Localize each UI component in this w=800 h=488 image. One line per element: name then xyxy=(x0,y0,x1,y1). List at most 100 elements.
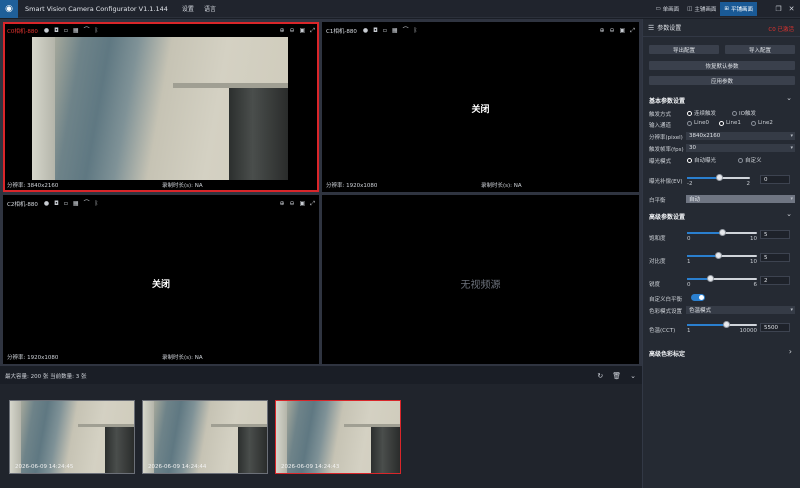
panel-title: 参数设置 xyxy=(657,25,682,32)
chevron-down-icon[interactable]: ⌄ xyxy=(786,210,792,218)
record-icon[interactable]: ● xyxy=(44,26,49,36)
snapshot-history-list: 2026-06-09 14:24:45 2026-06-09 14:24:44 … xyxy=(0,384,642,488)
export-config-button[interactable]: 导出配置 xyxy=(649,45,719,54)
snapshot-thumbnail-selected[interactable]: 2026-06-09 14:24:43 xyxy=(275,400,401,474)
record-duration-label: 录制时长(s): NA xyxy=(162,183,203,189)
saturation-value-input[interactable]: 5 xyxy=(760,230,790,239)
trigger-io-radio[interactable]: IO触发 xyxy=(732,109,756,117)
video-cell-c1[interactable]: C1相机-880 ● ◘ ▫ ▦ ⌒ ᛒ ⊕ ⊖ ▣ ⤢ 关闭 分辨率: 192… xyxy=(322,22,639,192)
fps-select[interactable]: 30 ▾ xyxy=(686,144,795,152)
zoom-in-icon[interactable]: ⊕ xyxy=(279,26,284,36)
record-duration-label: 录制时长(s): NA xyxy=(481,183,522,189)
refresh-icon[interactable]: ↻ xyxy=(597,372,603,380)
video-icon[interactable]: ▫ xyxy=(383,26,387,36)
sharpness-value-input[interactable]: 2 xyxy=(760,276,790,285)
color-calibration-title: 高级色彩标定 xyxy=(649,351,686,358)
grid-icon[interactable]: ▦ xyxy=(73,26,79,36)
snapshot-thumbnail[interactable]: 2026-06-09 14:24:45 xyxy=(9,400,135,474)
no-video-source-label: 无视频源 xyxy=(460,280,501,291)
chevron-down-icon[interactable]: ⌄ xyxy=(630,372,636,380)
custom-wb-row: 自定义白平衡 xyxy=(649,294,795,303)
video-icon[interactable]: ▫ xyxy=(64,199,68,209)
video-cell-empty[interactable]: 无视频源 xyxy=(322,195,639,364)
fullscreen-icon[interactable]: ⤢ xyxy=(310,26,315,36)
import-config-button[interactable]: 导入配置 xyxy=(725,45,795,54)
sharpness-label: 锐度 xyxy=(649,282,661,288)
color-mode-row: 色彩模式设置 色温模式 ▾ xyxy=(649,306,795,315)
zoom-out-icon[interactable]: ⊖ xyxy=(609,26,614,36)
resolution-label: 分辨率: 1920x1080 xyxy=(7,355,59,361)
signal-icon[interactable]: ⌒ xyxy=(403,26,409,36)
cct-label: 色温(CCT) xyxy=(649,328,676,334)
color-mode-select[interactable]: 色温模式 ▾ xyxy=(686,306,795,314)
tab-tile-view[interactable]: ⊞ 平铺画面 xyxy=(720,2,757,16)
custom-wb-toggle[interactable] xyxy=(691,294,705,301)
white-balance-select[interactable]: 自动 ▾ xyxy=(686,195,795,203)
snapshot-icon[interactable]: ◘ xyxy=(54,26,59,36)
signal-icon[interactable]: ⌒ xyxy=(84,199,90,209)
record-duration-label: 录制时长(s): NA xyxy=(162,355,203,361)
zoom-in-icon[interactable]: ⊕ xyxy=(279,199,284,209)
capacity-summary: 最大容量: 200 张 当前数量: 3 张 xyxy=(5,374,87,380)
grid-icon[interactable]: ▦ xyxy=(392,26,398,36)
fit-window-icon[interactable]: ▣ xyxy=(300,199,306,209)
bluetooth-icon[interactable]: ᛒ xyxy=(95,26,99,36)
video-cell-c2[interactable]: C2相机-880 ● ◘ ▫ ▦ ⌒ ᛒ ⊕ ⊖ ▣ ⤢ 关闭 分辨率: 192… xyxy=(3,195,319,364)
fit-window-icon[interactable]: ▣ xyxy=(620,26,626,36)
zoom-out-icon[interactable]: ⊖ xyxy=(289,199,294,209)
ev-value-input[interactable]: 0 xyxy=(760,175,790,184)
saturation-slider[interactable]: 0 10 xyxy=(687,229,757,243)
resolution-select[interactable]: 3840x2160 ▾ xyxy=(686,132,795,140)
custom-exposure-radio[interactable]: 自定义 xyxy=(738,156,762,164)
fullscreen-icon[interactable]: ⤢ xyxy=(310,199,315,209)
line0-radio[interactable]: Line0 xyxy=(687,120,709,126)
tab-main-aux-view[interactable]: ◫ 主辅画面 xyxy=(683,2,720,16)
line2-radio[interactable]: Line2 xyxy=(750,120,773,126)
video-cell-c0[interactable]: C0相机-880 ● ◘ ▫ ▦ ⌒ ᛒ ⊕ ⊖ ▣ ⤢ 分辨率: 3840x2… xyxy=(3,22,319,192)
close-window-icon[interactable]: ✕ xyxy=(785,2,798,16)
line1-radio[interactable]: Line1 xyxy=(718,120,741,126)
menu-language[interactable]: 语言 xyxy=(204,4,216,13)
view-tabs: ▭ 单画面 ◫ 主辅画面 ⊞ 平铺画面 xyxy=(651,2,757,16)
trash-icon[interactable]: 🗑 xyxy=(612,372,621,380)
chevron-down-icon: ▾ xyxy=(790,196,793,202)
contrast-value-input[interactable]: 5 xyxy=(760,253,790,262)
chevron-down-icon: ▾ xyxy=(790,145,793,151)
zoom-out-icon[interactable]: ⊖ xyxy=(289,26,294,36)
signal-icon[interactable]: ⌒ xyxy=(84,26,90,36)
auto-exposure-radio[interactable]: 自动曝光 xyxy=(687,156,716,164)
apply-params-button[interactable]: 应用参数 xyxy=(649,76,795,85)
camera-app-icon: ◉ xyxy=(0,0,18,18)
restore-defaults-button[interactable]: 恢复默认参数 xyxy=(649,61,795,70)
chevron-down-icon[interactable]: ⌄ xyxy=(786,94,792,102)
basic-settings-title: 基本参数设置 xyxy=(649,98,686,105)
bluetooth-icon[interactable]: ᛒ xyxy=(414,26,418,36)
snapshot-history-bar: 最大容量: 200 张 当前数量: 3 张 ↻ 🗑 ⌄ xyxy=(0,369,642,383)
resolution-row: 分辨率(pixel) 3840x2160 ▾ xyxy=(649,132,795,141)
video-icon[interactable]: ▫ xyxy=(64,26,68,36)
resolution-label: 分辨率: 1920x1080 xyxy=(326,183,378,189)
chevron-right-icon[interactable]: › xyxy=(789,347,792,356)
menu-settings[interactable]: 设置 xyxy=(182,4,194,13)
bluetooth-icon[interactable]: ᛒ xyxy=(95,199,99,209)
zoom-in-icon[interactable]: ⊕ xyxy=(599,26,604,36)
ev-slider[interactable]: -2 2 xyxy=(687,174,750,188)
cct-value-input[interactable]: 5500 xyxy=(760,323,790,332)
snapshot-thumbnail[interactable]: 2026-06-09 14:24:44 xyxy=(142,400,268,474)
camera-name: C0相机-880 xyxy=(7,29,38,35)
contrast-slider[interactable]: 1 10 xyxy=(687,252,757,266)
cct-slider[interactable]: 1 10000 xyxy=(687,321,757,335)
snapshot-icon[interactable]: ◘ xyxy=(54,199,59,209)
restore-window-icon[interactable]: ❐ xyxy=(772,2,785,16)
snapshot-icon[interactable]: ◘ xyxy=(373,26,378,36)
camera-active-status: C0 已激活 xyxy=(768,27,794,33)
fullscreen-icon[interactable]: ⤢ xyxy=(630,26,635,36)
record-icon[interactable]: ● xyxy=(363,26,368,36)
grid-icon[interactable]: ▦ xyxy=(73,199,79,209)
fit-window-icon[interactable]: ▣ xyxy=(300,26,306,36)
trigger-continuous-radio[interactable]: 连续触发 xyxy=(687,109,716,117)
tab-single-view[interactable]: ▭ 单画面 xyxy=(651,2,683,16)
sharpness-slider[interactable]: 0 6 xyxy=(687,275,757,289)
record-icon[interactable]: ● xyxy=(44,199,49,209)
video-frame xyxy=(32,37,288,180)
